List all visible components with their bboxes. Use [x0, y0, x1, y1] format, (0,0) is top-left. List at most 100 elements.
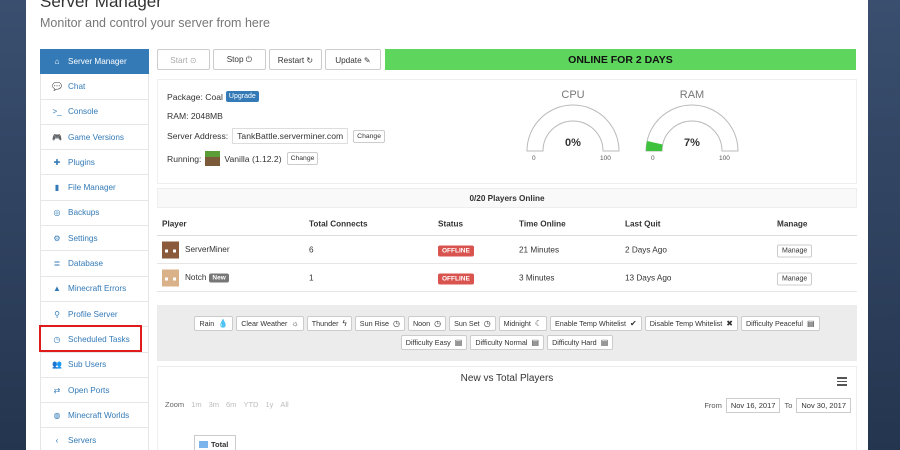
sidebar-item-server-manager[interactable]: ⌂ Server Manager	[40, 49, 149, 75]
sidebar-item-sub-users[interactable]: 👥 Sub Users	[40, 352, 149, 378]
gamepad-icon: 🎮	[52, 132, 62, 142]
col-total-connects: Total Connects	[309, 219, 368, 228]
time-online-cell: 3 Minutes	[519, 273, 555, 282]
running-value: Vanilla (1.12.2)	[224, 153, 282, 164]
sun-icon: ☼	[291, 319, 299, 328]
command-rain-button[interactable]: Rain 💧	[194, 316, 234, 331]
command-difficulty-peaceful-button[interactable]: Difficulty Peaceful ▤	[740, 316, 820, 331]
command-disable-temp-whitelist-button[interactable]: Disable Temp Whitelist ✖	[644, 316, 738, 331]
cpu-gauge-dial	[526, 104, 620, 152]
command-label: Difficulty Normal	[475, 338, 528, 347]
grass-block-icon	[205, 151, 221, 166]
moon-icon: ☾	[534, 319, 543, 328]
upgrade-button[interactable]: Upgrade	[225, 91, 259, 102]
zoom-all[interactable]: All	[280, 400, 288, 409]
sidebar-item-label: Profile Server	[68, 309, 118, 319]
command-thunder-button[interactable]: Thunder ϟ	[306, 316, 352, 331]
status-badge: OFFLINE	[438, 273, 474, 284]
terminal-icon: >_	[52, 107, 62, 117]
command-difficulty-normal-button[interactable]: Difficulty Normal ▤	[470, 335, 545, 350]
chevron-left-icon: ‹	[55, 436, 59, 446]
ram-gauge-min: 0	[651, 155, 655, 162]
book-icon: ▤	[454, 338, 463, 347]
ram-value: 2048MB	[190, 111, 223, 121]
connects-cell: 6	[309, 245, 314, 254]
command-label: Thunder	[311, 319, 339, 328]
change-address-button[interactable]: Change	[353, 129, 385, 143]
command-label: Noon	[412, 319, 431, 328]
player-cell: ServerMiner	[162, 241, 230, 258]
command-difficulty-easy-button[interactable]: Difficulty Easy ▤	[400, 335, 468, 350]
sidebar-item-label: Game Versions	[68, 132, 124, 142]
package-label: Package:	[167, 91, 203, 102]
sidebar-item-game-versions[interactable]: 🎮 Game Versions	[40, 124, 149, 151]
manage-button[interactable]: Manage	[777, 244, 813, 257]
command-label: Difficulty Hard	[552, 338, 597, 347]
command-midnight-button[interactable]: Midnight ☾	[498, 316, 548, 331]
address-label: Server Address:	[167, 131, 229, 141]
bolt-icon: ϟ	[342, 319, 347, 328]
book-icon: ▤	[531, 338, 540, 347]
zoom-3m[interactable]: 3m	[209, 400, 219, 409]
zoom-1m[interactable]: 1m	[191, 400, 201, 409]
sidebar-item-profile-server[interactable]: ⚲ Profile Server	[40, 301, 149, 328]
start-button[interactable]: Start ⊙	[157, 49, 210, 70]
main-panel: Server Manager Monitor and control your …	[26, 0, 868, 450]
zoom-1y[interactable]: 1y	[265, 400, 273, 409]
command-label: Disable Temp Whitelist	[649, 319, 723, 328]
sidebar-item-backups[interactable]: ◎ Backups	[40, 200, 149, 227]
command-clear-weather-button[interactable]: Clear Weather ☼	[236, 316, 304, 331]
command-difficulty-hard-button[interactable]: Difficulty Hard ▤	[547, 335, 614, 350]
stop-button[interactable]: Stop ⏻	[213, 49, 266, 70]
command-label: Enable Temp Whitelist	[555, 319, 626, 328]
command-label: Midnight	[503, 319, 531, 328]
sidebar-item-minecraft-errors[interactable]: ▲ Minecraft Errors	[40, 276, 149, 302]
command-enable-temp-whitelist-button[interactable]: Enable Temp Whitelist ✔	[550, 316, 642, 331]
zoom-ytd[interactable]: YTD	[243, 400, 258, 409]
col-time-online: Time Online	[519, 219, 566, 228]
from-date-input[interactable]: Nov 16, 2017	[725, 398, 781, 413]
cpu-gauge-min: 0	[532, 155, 536, 162]
ram-gauge: RAM 7% 0 100	[639, 86, 745, 176]
update-button[interactable]: Update ✎	[325, 49, 381, 70]
manage-button[interactable]: Manage	[777, 272, 813, 285]
avatar	[162, 269, 179, 286]
sidebar-item-label: Minecraft Errors	[68, 284, 127, 294]
sidebar-item-settings[interactable]: ⚙ Settings	[40, 226, 149, 252]
globe-icon: ◍	[53, 410, 61, 420]
check-icon: ✔	[630, 319, 637, 328]
sidebar-item-file-manager[interactable]: ▮ File Manager	[40, 175, 149, 201]
sidebar-item-chat[interactable]: 💬 Chat	[40, 74, 149, 100]
sidebar-item-console[interactable]: >_ Console	[40, 99, 149, 125]
last-quit-cell: 13 Days Ago	[625, 273, 672, 282]
command-sun-rise-button[interactable]: Sun Rise ◷	[354, 316, 405, 331]
sidebar-item-label: Sub Users	[68, 360, 107, 370]
command-noon-button[interactable]: Noon ◷	[407, 316, 447, 331]
player-cell: Notch New	[162, 269, 229, 286]
home-icon: ⌂	[54, 57, 60, 67]
chart-legend[interactable]: Total	[194, 435, 236, 450]
chart-title: New vs Total Players	[460, 373, 554, 384]
menu-icon[interactable]	[837, 377, 847, 388]
background-left	[0, 0, 26, 450]
sidebar-item-label: Server Manager	[68, 57, 127, 67]
sidebar-item-database[interactable]: ≣ Database	[40, 251, 149, 277]
command-sun-set-button[interactable]: Sun Set ◷	[449, 316, 496, 331]
sidebar-item-label: Console	[68, 107, 99, 117]
date-range: From Nov 16, 2017 To Nov 30, 2017	[704, 398, 851, 413]
player-name: ServerMiner	[185, 244, 230, 254]
server-address-field[interactable]: TankBattle.serverminer.com	[232, 128, 349, 144]
sidebar-item-servers[interactable]: ‹ Servers	[40, 428, 149, 450]
restart-button[interactable]: Restart ↻	[269, 49, 322, 70]
to-date-input[interactable]: Nov 30, 2017	[796, 398, 851, 413]
change-version-button[interactable]: Change	[286, 152, 319, 165]
server-toolbar: Start ⊙ Stop ⏻ Restart ↻ Update ✎	[157, 49, 381, 70]
page-title: Server Manager	[40, 0, 162, 11]
sidebar-item-plugins[interactable]: ✚ Plugins	[40, 150, 149, 176]
package-value: Coal	[205, 91, 223, 102]
sidebar-item-minecraft-worlds[interactable]: ◍ Minecraft Worlds	[40, 403, 149, 429]
sidebar-item-open-ports[interactable]: ⇄ Open Ports	[40, 377, 149, 404]
gear-icon: ⚙	[53, 233, 61, 243]
zoom-6m[interactable]: 6m	[226, 400, 236, 409]
sidebar-item-label: Servers	[68, 436, 97, 446]
